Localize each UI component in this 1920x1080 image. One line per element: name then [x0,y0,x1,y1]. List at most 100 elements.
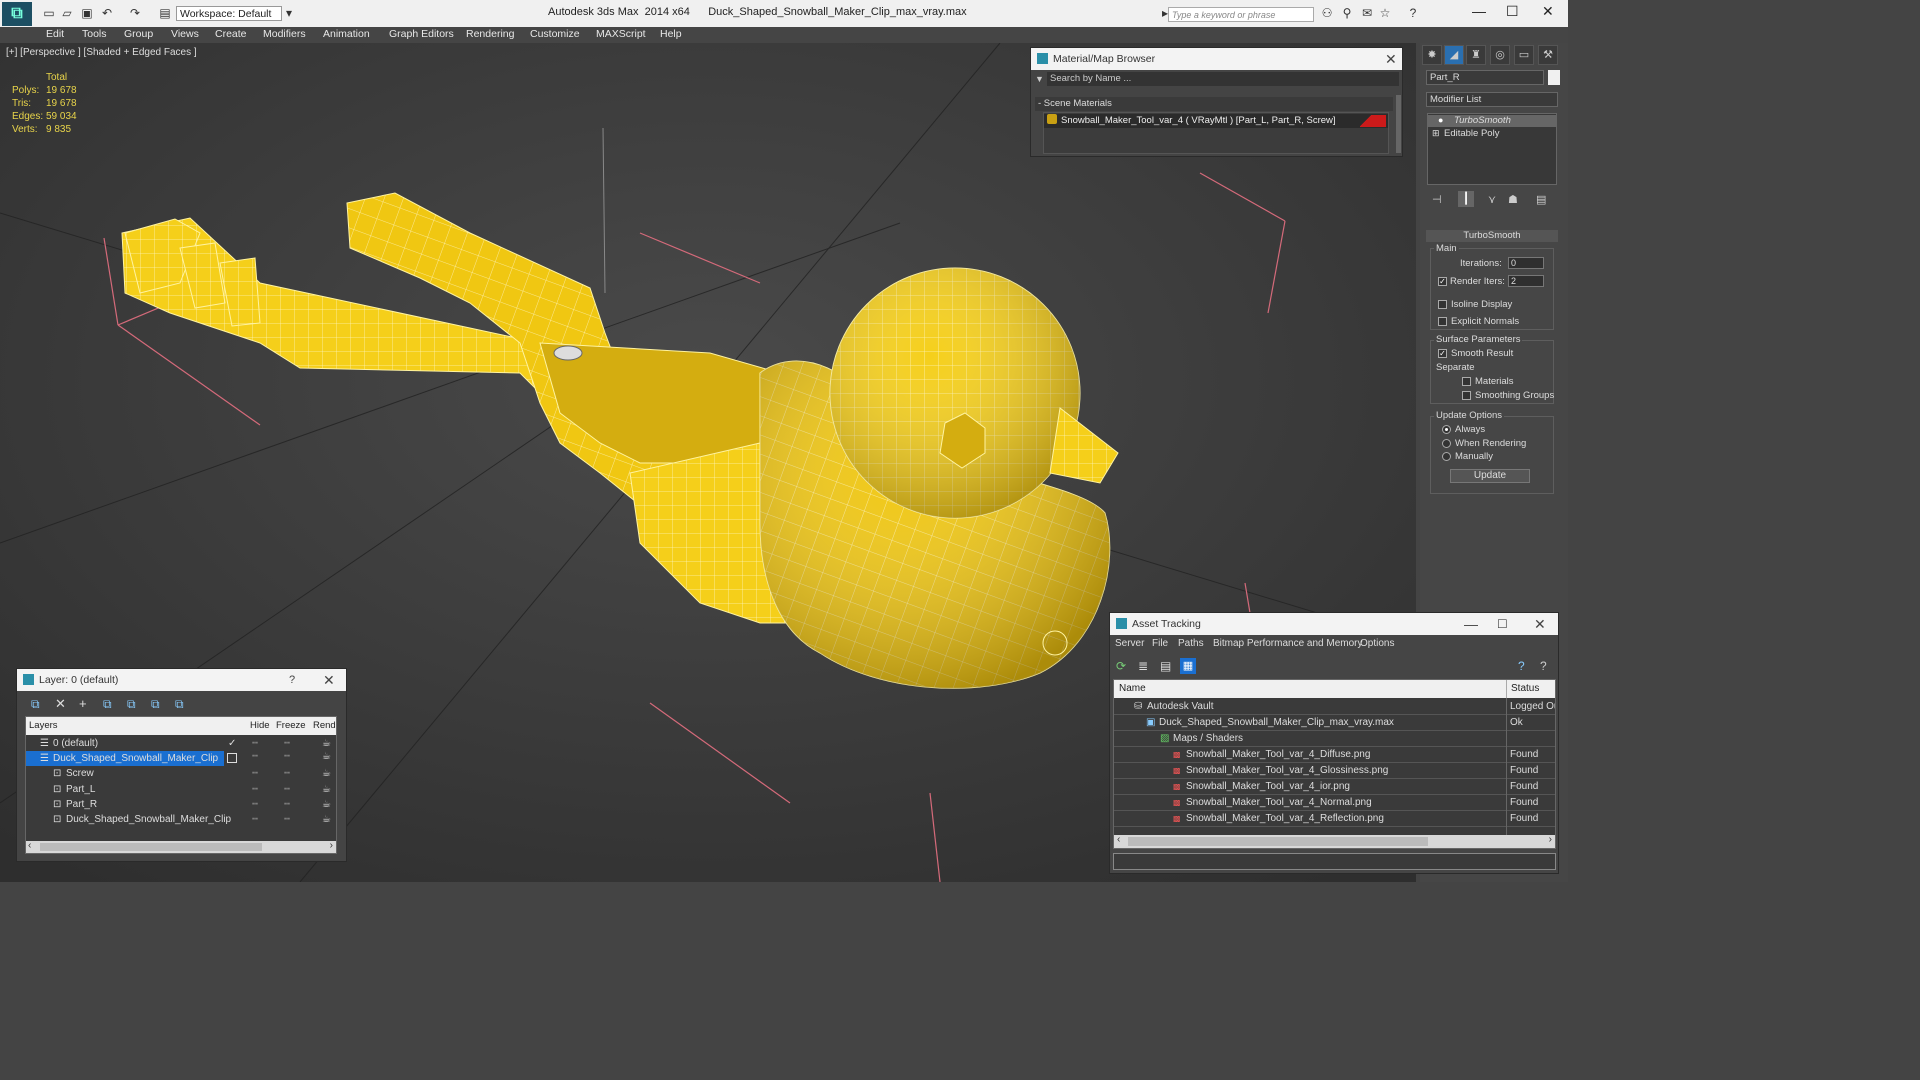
column-render[interactable]: Rende [313,717,336,735]
menu-options[interactable]: Options [1360,635,1394,653]
material-search-input[interactable]: Search by Name ... [1047,72,1399,86]
help-icon[interactable]: ? [289,669,295,691]
when-rendering-radio[interactable] [1442,439,1451,448]
current-layer-box[interactable] [227,753,237,763]
menu-rendering[interactable]: Rendering [466,28,514,40]
column-freeze[interactable]: Freeze [276,717,306,735]
show-end-result-icon[interactable]: ┃ [1458,191,1474,207]
asset-path-field[interactable] [1113,853,1556,870]
new-layer-icon[interactable]: ⧉ [31,697,40,712]
stack-item-editable-poly[interactable]: Editable Poly [1444,128,1499,139]
freeze-toggle[interactable]: ┅ [284,797,290,812]
new-file-icon[interactable]: ▭ [42,6,56,20]
expand-plus-icon[interactable]: ⊞ [1432,128,1440,139]
table-view-icon[interactable]: ▦ [1180,658,1196,674]
display-tab-icon[interactable]: ▭ [1514,45,1534,65]
layer-row[interactable]: ☰ Duck_Shaped_Snowball_Maker_Clip [26,751,224,766]
utilities-tab-icon[interactable]: ⚒ [1538,45,1558,65]
layer-manager-title[interactable]: Layer: 0 (default) [17,669,346,691]
asset-row[interactable]: ▩ Snowball_Maker_Tool_var_4_Normal.png Fou… [1114,795,1555,811]
close-icon[interactable]: ✕ [1534,613,1546,635]
freeze-toggle[interactable]: ┅ [284,766,290,781]
freeze-toggle[interactable]: ┅ [284,782,290,797]
asset-row[interactable]: ▩ Snowball_Maker_Tool_var_4_ior.png Found [1114,779,1555,795]
menu-bitmap-performance[interactable]: Bitmap Performance and Memory [1213,635,1363,653]
hide-toggle[interactable]: ┅ [252,782,258,797]
material-item[interactable]: Snowball_Maker_Tool_var_4 ( VRayMtl ) [P… [1044,114,1388,128]
favorites-star-icon[interactable]: ☆ [1378,6,1392,20]
workspace-dropdown[interactable]: Workspace: Default [176,6,282,21]
horizontal-scrollbar[interactable]: ‹ › [26,840,336,853]
binoculars-icon[interactable]: ⚇ [1320,6,1334,20]
open-file-icon[interactable]: ▱ [60,6,74,20]
asset-row[interactable]: ▩ Snowball_Maker_Tool_var_4_Diffuse.png Fo… [1114,747,1555,763]
maximize-icon[interactable]: ☐ [1497,613,1508,635]
menu-graph-editors[interactable]: Graph Editors [389,28,454,40]
asset-row[interactable]: ▣ Duck_Shaped_Snowball_Maker_Clip_max_vra… [1114,715,1555,731]
layer-object-row[interactable]: ⊡ Part_L ┅ ┅ ☕ [26,782,336,797]
asset-row[interactable]: ⛁ Autodesk Vault Logged Ou [1114,699,1555,715]
isoline-display-checkbox[interactable] [1438,300,1447,309]
render-iters-checkbox[interactable]: ✓ [1438,277,1447,286]
close-icon[interactable]: ✕ [1385,48,1397,70]
project-folder-icon[interactable]: ▤ [158,6,172,20]
render-teapot-icon[interactable]: ☕ [322,766,331,781]
menu-server[interactable]: Server [1115,635,1144,653]
update-button[interactable]: Update [1450,469,1530,483]
menu-tools[interactable]: Tools [82,28,107,40]
highlight-layer-icon[interactable]: ⧉ [127,697,136,712]
column-name[interactable]: Name [1119,680,1146,698]
asset-tracking-title[interactable]: Asset Tracking [1110,613,1558,635]
menu-views[interactable]: Views [171,28,199,40]
scroll-right-icon[interactable]: › [330,840,333,851]
detail-view-icon[interactable]: ▤ [1160,659,1171,673]
menu-file[interactable]: File [1152,635,1168,653]
layer-row[interactable]: ☰ 0 (default) ✓ ┅ ┅ ☕ [26,736,336,751]
render-teapot-icon[interactable]: ☕ [322,812,331,827]
scroll-thumb[interactable] [1128,837,1428,846]
menu-maxscript[interactable]: MAXScript [596,28,646,40]
help-icon[interactable]: ? [1406,6,1420,20]
column-layers[interactable]: Layers [29,717,58,735]
menu-paths[interactable]: Paths [1178,635,1204,653]
render-teapot-icon[interactable]: ☕ [322,782,331,797]
bulb-icon[interactable]: ● [1438,115,1443,125]
hide-toggle[interactable]: ┅ [252,736,258,751]
list-view-icon[interactable]: ≣ [1138,659,1148,673]
scroll-right-icon[interactable]: › [1549,834,1552,845]
close-icon[interactable]: ✕ [1542,3,1554,20]
create-tab-icon[interactable]: ✸ [1422,45,1442,65]
hide-toggle[interactable]: ┅ [252,812,258,827]
pin-stack-icon[interactable]: ⊣ [1432,193,1442,206]
freeze-toggle[interactable]: ┅ [284,812,290,827]
modify-tab-icon[interactable]: ◢ [1444,45,1464,65]
render-iters-spinner[interactable]: 2 [1508,275,1544,287]
menu-modifiers[interactable]: Modifiers [263,28,306,40]
menu-create[interactable]: Create [215,28,247,40]
motion-tab-icon[interactable]: ◎ [1490,45,1510,65]
menu-customize[interactable]: Customize [530,28,580,40]
always-radio[interactable] [1442,425,1451,434]
smooth-result-checkbox[interactable]: ✓ [1438,349,1447,358]
search-input[interactable]: Type a keyword or phrase [1168,7,1314,22]
communication-icon[interactable]: ✉ [1360,6,1374,20]
layer-object-row[interactable]: ⊡ Part_R ┅ ┅ ☕ [26,797,336,812]
scroll-left-icon[interactable]: ‹ [28,840,31,851]
help-icon[interactable]: ? [1518,659,1525,673]
save-icon[interactable]: ▣ [80,6,94,20]
scene-materials-header[interactable]: - Scene Materials [1035,97,1393,111]
render-teapot-icon[interactable]: ☕ [322,751,331,762]
stack-item-turbosmooth[interactable]: TurboSmooth [1428,115,1556,127]
options-arrow-icon[interactable]: ▼ [1035,74,1044,84]
asset-row[interactable]: ▩ Snowball_Maker_Tool_var_4_Glossiness.pn… [1114,763,1555,779]
scroll-left-icon[interactable]: ‹ [1117,834,1120,845]
hierarchy-tab-icon[interactable]: ♜ [1466,45,1486,65]
configure-sets-icon[interactable]: ▤ [1536,193,1546,206]
layer-object-row[interactable]: ⊡ Duck_Shaped_Snowball_Maker_Clip ┅ ┅ ☕ [26,812,336,827]
column-status[interactable]: Status [1511,680,1539,698]
hide-toggle[interactable]: ┅ [252,766,258,781]
close-icon[interactable]: ✕ [323,669,335,691]
material-browser-title[interactable]: Material/Map Browser [1031,48,1402,70]
smoothing-groups-checkbox[interactable] [1462,391,1471,400]
freeze-toggle[interactable]: ┅ [284,736,290,751]
